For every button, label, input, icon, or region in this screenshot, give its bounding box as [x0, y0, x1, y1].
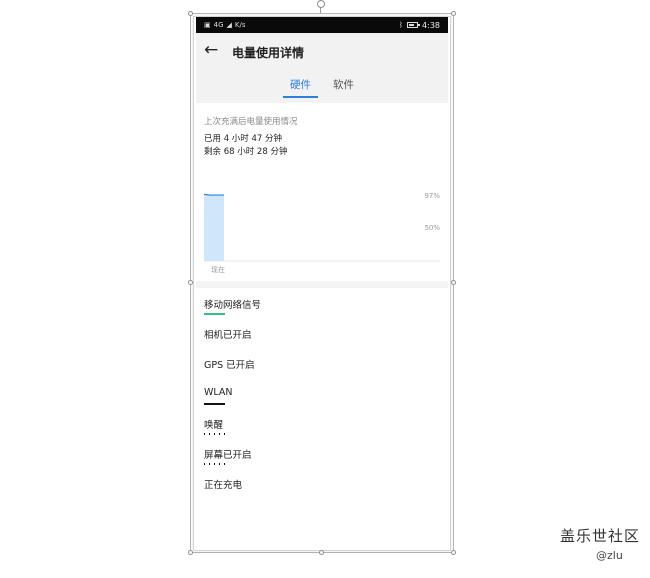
battery-chart: 97% 50% 现在 [196, 181, 448, 281]
list-item-charging[interactable]: 正在充电 [204, 468, 440, 498]
bluetooth-icon: ᛒ [398, 21, 404, 29]
clock: 4:38 [422, 20, 440, 30]
tab-software[interactable]: 软件 [333, 77, 354, 97]
net-speed: K/s [234, 21, 246, 29]
battery-fill [409, 24, 414, 26]
list-item-screen-on[interactable]: 屏幕已开启 [204, 438, 440, 468]
x-tick-label: 现在 [211, 265, 225, 274]
usage-bar [204, 463, 225, 465]
app-header: ← 电量使用详情 硬件 软件 [196, 33, 448, 103]
list-item-mobile-signal[interactable]: 移动网络信号 [204, 288, 440, 318]
list-item-label: 唤醒 [204, 420, 224, 431]
list-item-label: 相机已开启 [204, 330, 252, 341]
resize-handle-br[interactable] [451, 550, 456, 555]
section-divider [196, 281, 448, 288]
remaining-time: 剩余 68 小时 28 分钟 [204, 147, 288, 157]
chart-area [204, 194, 224, 261]
page-title: 电量使用详情 [232, 46, 305, 60]
battery-icon [407, 22, 421, 28]
resize-handle-bm[interactable] [319, 550, 324, 555]
list-item-label: GPS 已开启 [204, 360, 255, 371]
list-item-wlan[interactable]: WLAN [204, 378, 440, 408]
used-time: 已用 4 小时 47 分钟 [204, 134, 283, 144]
signal-icon: ◢ [226, 21, 232, 29]
list-item-camera[interactable]: 相机已开启 [204, 318, 440, 348]
list-item-gps[interactable]: GPS 已开启 [204, 348, 440, 378]
resize-handle-ml[interactable] [188, 280, 193, 285]
back-arrow-icon[interactable]: ← [204, 42, 218, 59]
usage-bar [204, 313, 225, 315]
battery-chart-svg: 97% 50% 现在 [203, 192, 440, 274]
rotate-handle[interactable] [317, 0, 325, 8]
phone-screen: ▣ 4G ◢ K/s ᛒ 4:38 ← 电量使用详情 硬件 软件 上次充满后电量… [196, 17, 448, 550]
summary-title: 上次充满后电量使用情况 [204, 117, 298, 127]
list-item-label: WLAN [204, 387, 233, 398]
watermark-user: @zlu [596, 549, 623, 562]
resize-handle-tl[interactable] [188, 11, 193, 16]
chart-line [203, 193, 224, 196]
status-bar: ▣ 4G ◢ K/s ᛒ 4:38 [196, 17, 448, 33]
list-item-wakeup[interactable]: 唤醒 [204, 408, 440, 438]
resize-handle-tr[interactable] [451, 11, 456, 16]
y-tick-label: 97% [424, 192, 440, 200]
resize-handle-mr[interactable] [451, 280, 456, 285]
list-item-label: 移动网络信号 [204, 300, 262, 311]
usage-summary: 上次充满后电量使用情况 已用 4 小时 47 分钟 剩余 68 小时 28 分钟 [196, 103, 448, 159]
resize-handle-bl[interactable] [188, 550, 193, 555]
hardware-list: 移动网络信号 相机已开启 GPS 已开启 WLAN 唤醒 屏幕已开启 正在充电 [196, 288, 448, 498]
tab-hardware[interactable]: 硬件 [283, 77, 318, 98]
list-item-label: 正在充电 [204, 480, 243, 491]
usage-bar [204, 403, 225, 405]
usage-bar [204, 433, 225, 435]
y-tick-label: 50% [424, 224, 440, 232]
tab-bar: 硬件 软件 [196, 77, 448, 98]
watermark-title: 盖乐世社区 [560, 527, 641, 545]
sim-icon: ▣ [204, 21, 211, 29]
network-type: 4G [213, 21, 224, 29]
list-item-label: 屏幕已开启 [204, 450, 252, 461]
